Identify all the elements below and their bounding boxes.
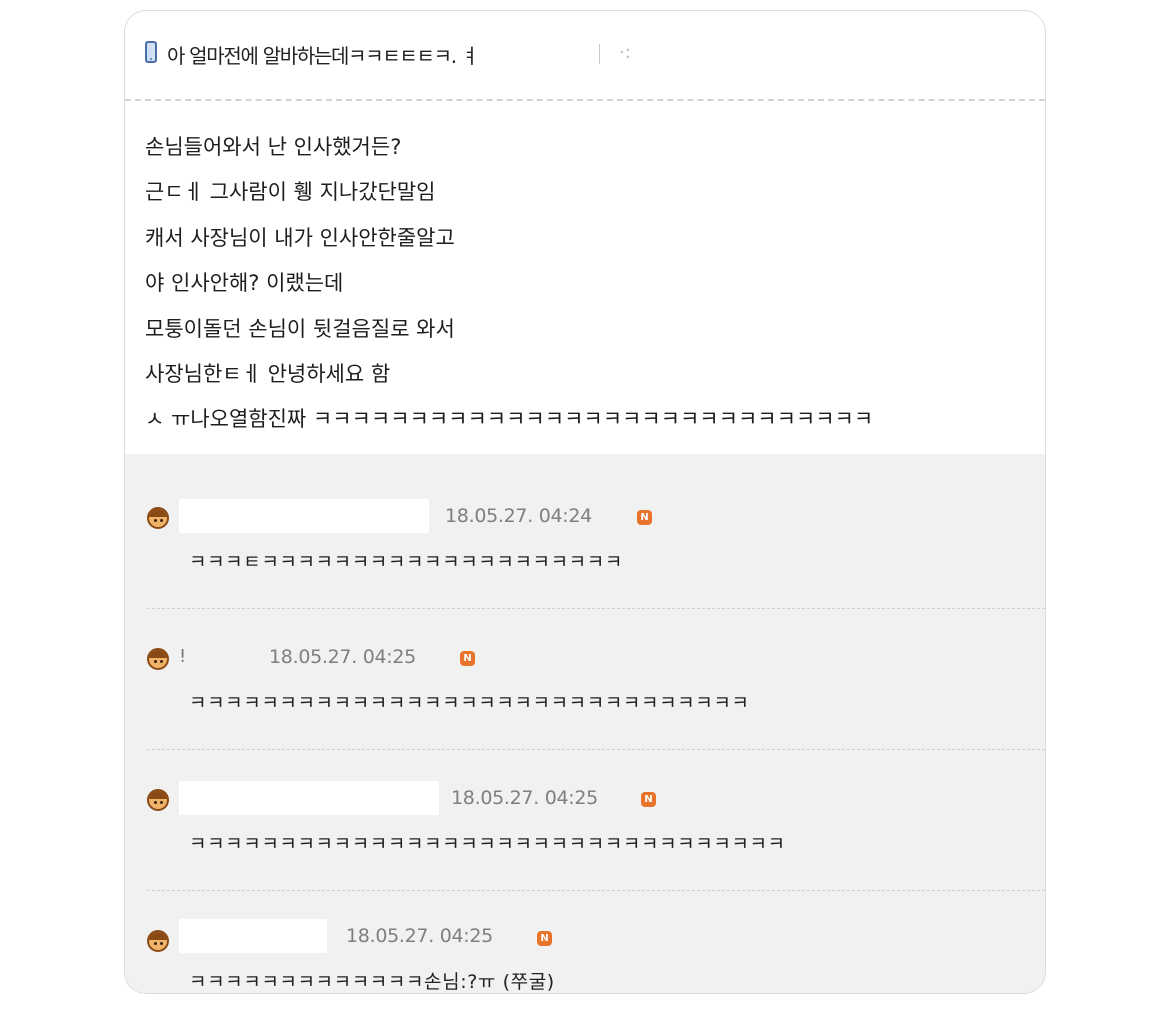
body-line: 손님들어와서 난 인사했거든? xyxy=(145,135,402,159)
new-badge-icon: N xyxy=(537,931,552,946)
body-line: 사장님한ㅌㅔ 안녕하세요 함 xyxy=(145,361,391,386)
body-line: 야 인사안해? 이랬는데 xyxy=(145,271,344,296)
post-separator xyxy=(125,99,1045,101)
comment-author[interactable] xyxy=(179,781,439,815)
comment-text: ㅋㅋㅋㅋㅋㅋㅋㅋㅋㅋㅋㅋㅋㅋㅋㅋㅋㅋㅋㅋㅋㅋㅋㅋㅋㅋㅋㅋㅋㅋㅋㅋㅋ xyxy=(189,833,786,855)
comment-divider xyxy=(147,749,1045,750)
comment-text: ㅋㅋㅋㅋㅋㅋㅋㅋㅋㅋㅋㅋㅋㅋㅋㅋㅋㅋㅋㅋㅋㅋㅋㅋㅋㅋㅋㅋㅋㅋㅋ xyxy=(189,692,750,714)
user-avatar-icon[interactable] xyxy=(147,507,169,529)
body-line: 근ㄷㅔ 그사람이 휑 지나갔단말임 xyxy=(145,180,436,205)
comment-date: 18.05.27. 04:25 xyxy=(269,646,416,668)
new-badge-icon: N xyxy=(460,651,475,666)
body-line: ㅅ ㅠ나오열함진짜 ㅋㅋㅋㅋㅋㅋㅋㅋㅋㅋㅋㅋㅋㅋㅋㅋㅋㅋㅋㅋㅋㅋㅋㅋㅋㅋㅋㅋㅋ xyxy=(145,407,874,432)
comment-divider xyxy=(147,890,1045,891)
comment-date: 18.05.27. 04:25 xyxy=(451,787,598,809)
mobile-phone-icon xyxy=(145,41,157,63)
comment-date: 18.05.27. 04:25 xyxy=(346,925,493,947)
user-avatar-icon[interactable] xyxy=(147,930,169,952)
comment-divider xyxy=(147,608,1045,609)
post-title[interactable]: 아 얼마전에 알바하는데ㅋㅋㅌㅌㅌㅋ. ㅕ xyxy=(167,40,479,69)
post-body: 손님들어와서 난 인사했거든? 근ㄷㅔ 그사람이 휑 지나갔단말임 캐서 사장님… xyxy=(145,131,1045,449)
body-line: 모퉁이돌던 손님이 뒷걸음질로 와서 xyxy=(145,316,455,341)
user-avatar-icon[interactable] xyxy=(147,789,169,811)
comment-date: 18.05.27. 04:24 xyxy=(445,505,592,527)
comment-author[interactable] xyxy=(179,919,327,953)
comment-author[interactable] xyxy=(179,499,429,533)
title-divider xyxy=(599,44,600,64)
new-badge-icon: N xyxy=(637,510,652,525)
body-line: 캐서 사장님이 내가 인사안한줄알고 xyxy=(145,225,455,250)
user-avatar-icon[interactable] xyxy=(147,648,169,670)
title-mark: ·: xyxy=(619,42,631,63)
comment-list: 18.05.27. 04:24 N ㅋㅋㅋㅌㅋㅋㅋㅋㅋㅋㅋㅋㅋㅋㅋㅋㅋㅋㅋㅋㅋㅋ… xyxy=(125,454,1045,993)
new-badge-icon: N xyxy=(641,792,656,807)
comment-author[interactable]: ! xyxy=(179,640,259,674)
comment-text: ㅋㅋㅋㅌㅋㅋㅋㅋㅋㅋㅋㅋㅋㅋㅋㅋㅋㅋㅋㅋㅋㅋㅋㅋ xyxy=(189,551,623,573)
comment-text: ㅋㅋㅋㅋㅋㅋㅋㅋㅋㅋㅋㅋㅋ손님:?ㅠ (쭈굴) xyxy=(189,971,555,993)
post-header: 아 얼마전에 알바하는데ㅋㅋㅌㅌㅌㅋ. ㅕ ·: xyxy=(125,11,1045,99)
post-card: 아 얼마전에 알바하는데ㅋㅋㅌㅌㅌㅋ. ㅕ ·: 손님들어와서 난 인사했거든?… xyxy=(124,10,1046,994)
